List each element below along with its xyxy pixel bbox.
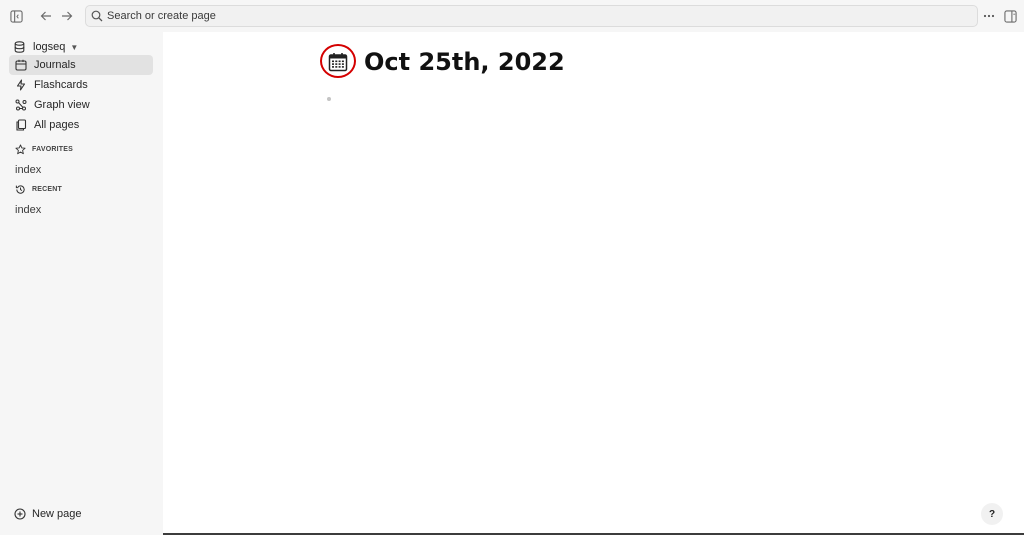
page-title[interactable]: Oct 25th, 2022 — [364, 48, 565, 76]
plus-circle-icon — [14, 508, 26, 520]
back-arrow-icon[interactable] — [36, 6, 56, 26]
favorites-heading[interactable]: FAVORITES — [15, 142, 73, 156]
sidebar-item-all-pages[interactable]: All pages — [9, 115, 153, 135]
recent-heading[interactable]: RECENT — [15, 182, 62, 196]
star-icon — [15, 143, 26, 154]
main-content: Oct 25th, 2022 — [163, 32, 1024, 533]
sidebar-item-journals[interactable]: Journals — [9, 55, 153, 75]
recent-label: RECENT — [32, 185, 62, 193]
graph-selector[interactable]: logseq ▼ — [14, 37, 78, 57]
empty-block-bullet[interactable] — [327, 97, 331, 101]
toggle-right-sidebar-icon[interactable] — [1000, 6, 1020, 26]
new-page-button[interactable]: New page — [14, 508, 82, 520]
left-sidebar: logseq ▼ Journals Flashcards Graph view … — [0, 32, 163, 535]
sidebar-item-label: Graph view — [34, 99, 90, 111]
recent-item-index[interactable]: index — [15, 204, 41, 216]
search-icon — [91, 10, 103, 22]
sidebar-item-label: Journals — [34, 59, 76, 71]
journal-calendar-icon[interactable] — [320, 44, 356, 80]
graph-icon — [15, 99, 27, 111]
toggle-left-sidebar-icon[interactable] — [6, 6, 26, 26]
favorite-item-index[interactable]: index — [15, 164, 41, 176]
sidebar-item-flashcards[interactable]: Flashcards — [9, 75, 153, 95]
top-bar: Search or create page — [0, 0, 1024, 32]
sidebar-item-label: Flashcards — [34, 79, 88, 91]
sidebar-item-label: All pages — [34, 119, 80, 131]
history-icon — [15, 184, 25, 194]
more-options-icon[interactable] — [979, 6, 999, 26]
new-page-label: New page — [32, 508, 82, 520]
chevron-down-icon: ▼ — [70, 42, 79, 52]
search-placeholder: Search or create page — [107, 10, 216, 22]
help-button[interactable]: ? — [981, 503, 1003, 525]
forward-arrow-icon[interactable] — [57, 6, 77, 26]
database-icon — [14, 41, 25, 53]
page-title-row: Oct 25th, 2022 — [320, 44, 565, 80]
pages-icon — [16, 119, 27, 131]
search-input[interactable]: Search or create page — [85, 5, 978, 27]
bolt-icon — [16, 79, 26, 91]
highlight-ring — [320, 44, 356, 78]
graph-name: logseq — [33, 41, 66, 53]
calendar-icon — [15, 59, 27, 71]
sidebar-item-graph-view[interactable]: Graph view — [9, 95, 153, 115]
favorites-label: FAVORITES — [32, 145, 73, 153]
